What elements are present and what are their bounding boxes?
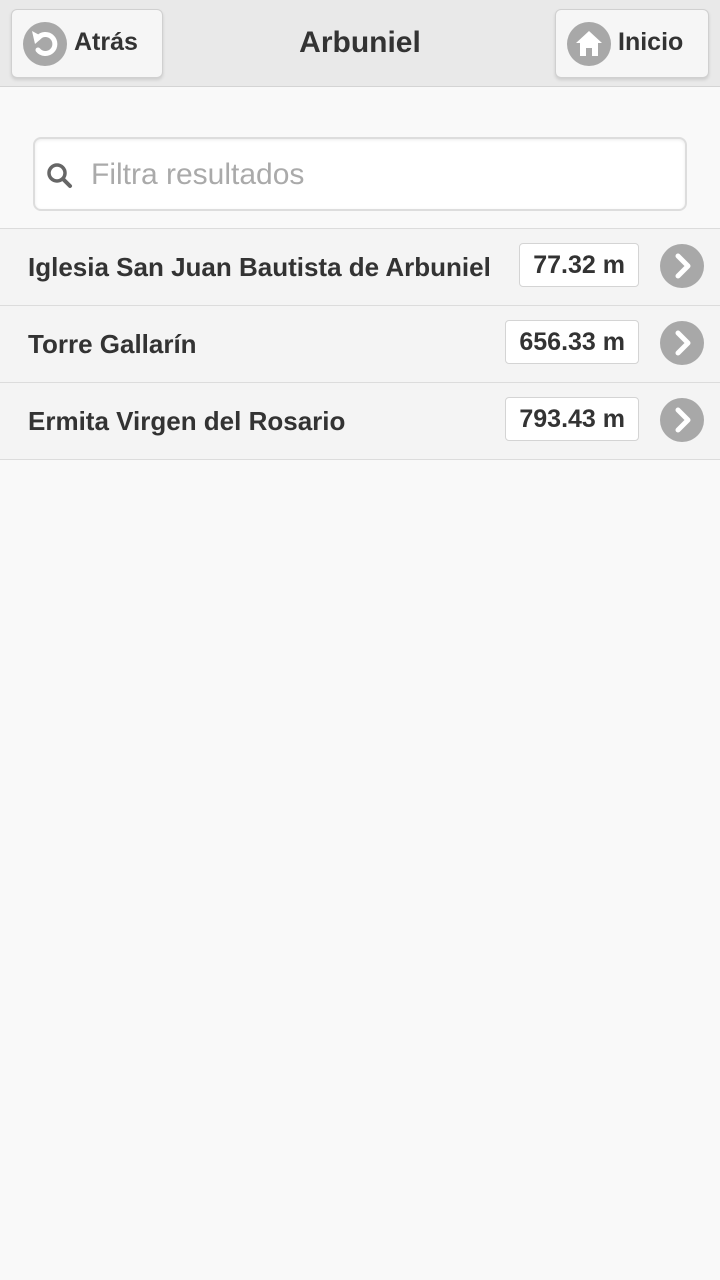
page-title: Arbuniel: [299, 26, 421, 59]
home-icon: [567, 22, 611, 66]
search-input[interactable]: [91, 153, 671, 197]
list-item[interactable]: Torre Gallarín 656.33 m: [0, 305, 720, 382]
list-item-name: Iglesia San Juan Bautista de Arbuniel: [28, 252, 491, 282]
chevron-right-icon: [660, 321, 704, 365]
list-item[interactable]: Ermita Virgen del Rosario 793.43 m: [0, 382, 720, 460]
chevron-right-icon: [660, 244, 704, 288]
distance-badge: 656.33 m: [505, 320, 639, 364]
back-arrow-icon: [23, 22, 67, 66]
home-button[interactable]: Inicio: [555, 9, 709, 78]
app-header: Atrás Arbuniel Inicio: [0, 0, 720, 87]
search-icon: [45, 161, 75, 196]
home-button-label: Inicio: [618, 28, 684, 56]
search-box: [33, 137, 687, 211]
distance-badge: 793.43 m: [505, 397, 639, 441]
results-list: Iglesia San Juan Bautista de Arbuniel 77…: [0, 228, 720, 460]
list-item-name: Ermita Virgen del Rosario: [28, 406, 346, 436]
list-item[interactable]: Iglesia San Juan Bautista de Arbuniel 77…: [0, 228, 720, 305]
distance-badge: 77.32 m: [519, 243, 639, 287]
back-button[interactable]: Atrás: [11, 9, 163, 78]
list-item-name: Torre Gallarín: [28, 329, 197, 359]
chevron-right-icon: [660, 398, 704, 442]
back-button-label: Atrás: [74, 28, 138, 56]
